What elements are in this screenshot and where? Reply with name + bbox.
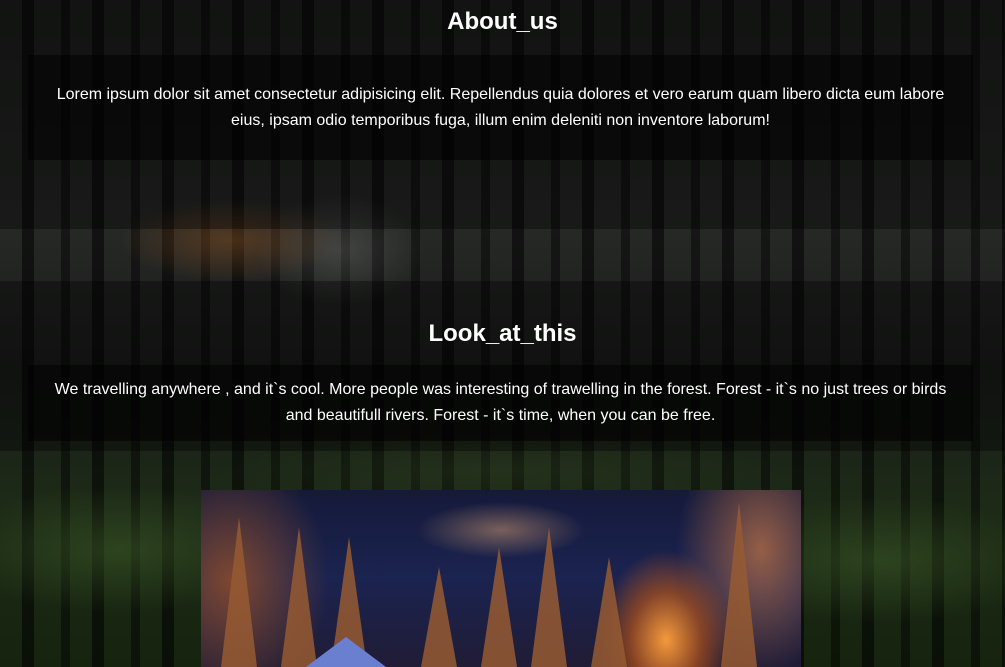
about-text: Lorem ipsum dolor sit amet consectetur a…	[56, 86, 945, 129]
look-text: We travelling anywhere , and it`s cool. …	[54, 381, 947, 424]
photo-tree	[221, 517, 257, 667]
campfire-photo	[201, 490, 801, 667]
photo-tree	[591, 557, 627, 667]
photo-tree	[481, 547, 517, 667]
photo-tree	[721, 502, 757, 667]
look-card: We travelling anywhere , and it`s cool. …	[28, 365, 973, 441]
about-card: Lorem ipsum dolor sit amet consectetur a…	[28, 55, 973, 160]
about-title: About_us	[447, 8, 558, 35]
look-title: Look_at_this	[428, 320, 577, 347]
tent-shape	[306, 637, 386, 667]
photo-tree	[421, 567, 457, 667]
photo-tree	[531, 527, 567, 667]
